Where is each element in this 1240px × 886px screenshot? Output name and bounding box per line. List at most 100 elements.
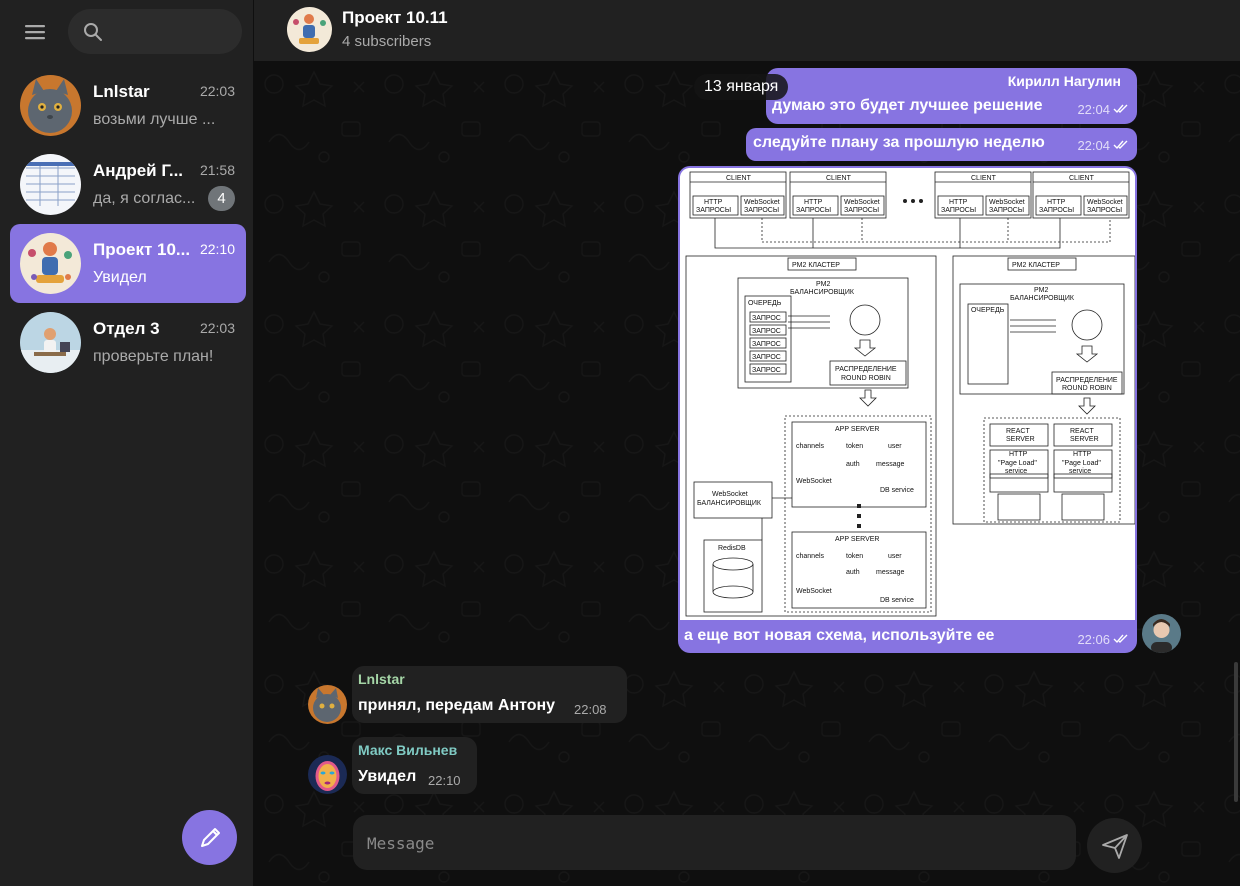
svg-text:user: user: [888, 443, 902, 450]
svg-text:ЗАПРОСЫ: ЗАПРОСЫ: [1087, 207, 1122, 214]
search-input[interactable]: [68, 9, 242, 54]
svg-text:ЗАПРОСЫ: ЗАПРОСЫ: [796, 207, 831, 214]
avatar[interactable]: [308, 685, 347, 724]
chat-name: Lnlstar: [93, 82, 150, 101]
avatar: [20, 312, 81, 373]
svg-text:HTTP: HTTP: [1073, 451, 1092, 458]
message-text: следуйте плану за прошлую неделю: [753, 134, 1045, 151]
svg-text:ЗАПРОС: ЗАПРОС: [752, 367, 781, 374]
svg-text:CLIENT: CLIENT: [1069, 175, 1095, 182]
message-bubble[interactable]: Макс Вильнев Увидел 22:10: [352, 737, 477, 794]
scrollbar[interactable]: [1234, 662, 1238, 802]
avatar[interactable]: [308, 755, 347, 794]
svg-text:DB service: DB service: [880, 597, 914, 604]
hamburger-icon: [25, 25, 45, 40]
unread-badge: 4: [208, 186, 235, 211]
svg-text:CLIENT: CLIENT: [726, 175, 752, 182]
message-bubble-with-image[interactable]: CLIENT CLIENT CLIENT CLIENT HTTP ЗАПРОСЫ…: [678, 166, 1137, 653]
svg-text:HTTP: HTTP: [949, 199, 968, 206]
chat-item-department[interactable]: Отдел 3 22:03 проверьте план!: [10, 303, 246, 382]
svg-text:ROUND ROBIN: ROUND ROBIN: [1062, 385, 1112, 392]
svg-text:PM2 КЛАСТЕР: PM2 КЛАСТЕР: [792, 262, 840, 269]
menu-button[interactable]: [14, 12, 56, 52]
chat-time: 21:58: [199, 162, 235, 178]
svg-text:service: service: [1005, 468, 1027, 475]
chat-name: Андрей Г...: [93, 161, 184, 180]
search-icon: [84, 23, 102, 41]
message-meta: 22:04: [1077, 138, 1129, 153]
sidebar: Lnlstar 22:03 возьми лучше ... Андрей Г.…: [0, 0, 254, 886]
message-sender: Lnlstar: [358, 671, 405, 687]
svg-text:SERVER: SERVER: [1070, 436, 1099, 443]
svg-text:token: token: [846, 553, 863, 560]
message-time: 22:04: [1077, 138, 1110, 153]
message-bubble[interactable]: Кирилл Нагулин думаю это будет лучшее ре…: [766, 68, 1137, 124]
chat-name: Проект 10...: [93, 240, 191, 259]
chat-item-project[interactable]: Проект 10... 22:10 Увидел: [10, 224, 246, 303]
svg-text:message: message: [876, 461, 905, 468]
svg-text:БАЛАНСИРОВЩИК: БАЛАНСИРОВЩИК: [790, 289, 855, 296]
svg-text:HTTP: HTTP: [704, 199, 723, 206]
avatar[interactable]: [1142, 614, 1181, 653]
svg-text:WebSocket: WebSocket: [796, 588, 832, 595]
svg-text:БАЛАНСИРОВЩИК: БАЛАНСИРОВЩИК: [1010, 295, 1075, 302]
chat-preview: проверьте план!: [93, 348, 214, 365]
message-composer: [353, 815, 1076, 870]
svg-text:CLIENT: CLIENT: [826, 175, 852, 182]
chat-time: 22:10: [199, 241, 235, 257]
avatar: [20, 75, 81, 136]
svg-text:HTTP: HTTP: [1047, 199, 1066, 206]
double-check-icon: [1113, 102, 1129, 117]
svg-text:REACT: REACT: [1070, 428, 1094, 435]
svg-text:REACT: REACT: [1006, 428, 1030, 435]
svg-text:PM2 КЛАСТЕР: PM2 КЛАСТЕР: [1012, 262, 1060, 269]
svg-text:CLIENT: CLIENT: [971, 175, 997, 182]
svg-text:APP SERVER: APP SERVER: [835, 536, 880, 543]
svg-text:ЗАПРОСЫ: ЗАПРОСЫ: [696, 207, 731, 214]
compose-button[interactable]: [182, 810, 237, 865]
chat-list: Lnlstar 22:03 возьми лучше ... Андрей Г.…: [10, 66, 246, 382]
svg-text:ЗАПРОСЫ: ЗАПРОСЫ: [844, 207, 879, 214]
svg-text:channels: channels: [796, 443, 825, 450]
svg-text:HTTP: HTTP: [1009, 451, 1028, 458]
svg-text:auth: auth: [846, 461, 860, 468]
send-button[interactable]: [1087, 818, 1142, 873]
subscriber-count: 4 subscribers: [342, 33, 432, 50]
avatar: [20, 233, 81, 294]
pencil-icon: [200, 827, 220, 847]
svg-text:APP SERVER: APP SERVER: [835, 426, 880, 433]
svg-text:auth: auth: [846, 569, 860, 576]
svg-text:WebSocket: WebSocket: [796, 478, 832, 485]
svg-text:WebSocket: WebSocket: [744, 199, 780, 206]
chat-item-lnlstar[interactable]: Lnlstar 22:03 возьми лучше ...: [10, 66, 246, 145]
message-sender: Кирилл Нагулин: [1007, 73, 1121, 89]
architecture-diagram-image[interactable]: CLIENT CLIENT CLIENT CLIENT HTTP ЗАПРОСЫ…: [680, 168, 1135, 620]
avatar: [287, 7, 332, 52]
message-meta: 22:04: [1077, 102, 1129, 117]
chat-preview: Увидел: [93, 269, 147, 286]
svg-text:ЗАПРОС: ЗАПРОС: [752, 354, 781, 361]
svg-text:HTTP: HTTP: [804, 199, 823, 206]
chat-preview: возьми лучше ...: [93, 111, 216, 128]
chat-header[interactable]: Проект 10.11 4 subscribers: [254, 0, 1240, 62]
message-input[interactable]: [367, 830, 1057, 856]
svg-text:PM2: PM2: [816, 281, 831, 288]
svg-text:ЗАПРОС: ЗАПРОС: [752, 328, 781, 335]
chat-item-andrey[interactable]: Андрей Г... 21:58 да, я соглас... 4: [10, 145, 246, 224]
double-check-icon: [1113, 138, 1129, 153]
message-area: Кирилл Нагулин думаю это будет лучшее ре…: [254, 62, 1240, 886]
message-time: 22:04: [1077, 102, 1110, 117]
message-meta: 22:06: [1077, 632, 1129, 647]
svg-text:РАСПРЕДЕЛЕНИЕ: РАСПРЕДЕЛЕНИЕ: [835, 366, 897, 373]
send-icon: [1101, 833, 1128, 859]
message-bubble[interactable]: следуйте плану за прошлую неделю 22:04: [746, 128, 1137, 161]
svg-text:ЗАПРОС: ЗАПРОС: [752, 315, 781, 322]
svg-text:WebSocket: WebSocket: [844, 199, 880, 206]
svg-text:DB service: DB service: [880, 487, 914, 494]
chat-time: 22:03: [199, 83, 235, 99]
svg-text:WebSocket: WebSocket: [1087, 199, 1123, 206]
message-bubble[interactable]: Lnlstar принял, передам Антону 22:08: [352, 666, 627, 723]
message-time: 22:06: [1077, 632, 1110, 647]
date-chip: 13 января: [694, 74, 789, 100]
svg-text:RedisDB: RedisDB: [718, 545, 746, 552]
